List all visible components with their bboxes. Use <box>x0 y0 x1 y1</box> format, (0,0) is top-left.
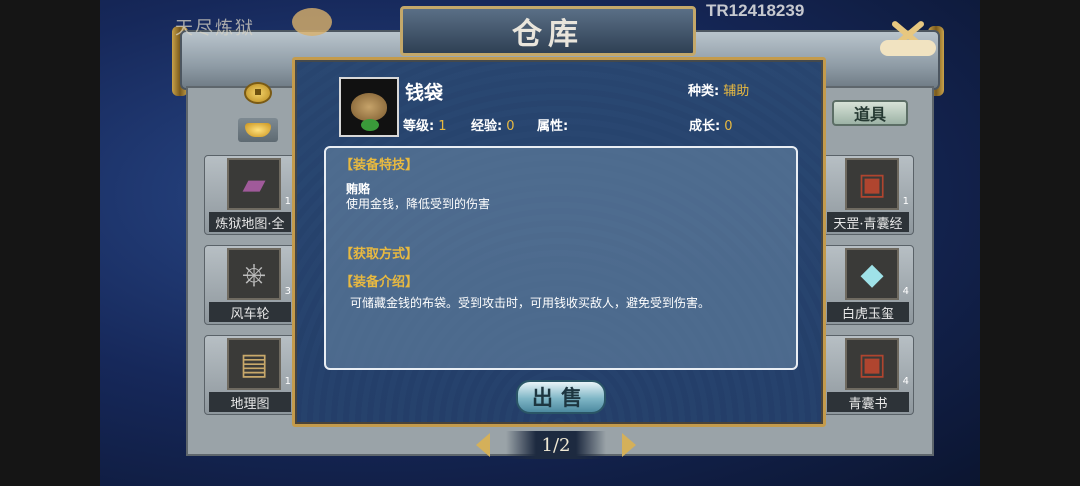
description-box: 【装备特技】 贿赂 使用金钱，降低受到的伤害 【获取方式】 【装备介绍】 可储藏… <box>324 146 798 370</box>
obtain-header: 【获取方式】 <box>340 247 419 262</box>
money-bag-icon <box>339 77 399 137</box>
prev-page-icon[interactable] <box>476 433 490 457</box>
game-title: 天尽炼狱 <box>175 18 255 39</box>
next-page-icon[interactable] <box>622 433 636 457</box>
left-black-bar <box>0 0 100 486</box>
item-slot-right-1[interactable]: ▣ 1 天罡·青囊经 <box>822 155 914 235</box>
map-scroll-icon: ▰ <box>227 158 281 210</box>
intro-text: 可储藏金钱的布袋。受到攻击时，可用钱收买敌人，避免受到伤害。 <box>350 296 711 310</box>
item-name: 地理图 <box>209 392 291 412</box>
cloud-ornament-icon <box>292 8 332 36</box>
book-icon: ▣ <box>845 338 899 390</box>
item-name: 青囊书 <box>827 392 909 412</box>
item-name: 天罡·青囊经 <box>827 212 909 232</box>
item-name: 风车轮 <box>209 302 291 322</box>
item-slot-right-3[interactable]: ▣ 4 青囊书 <box>822 335 914 415</box>
growth-stat: 成长: 0 <box>689 119 733 134</box>
item-slot-left-1[interactable]: ▰ 1 炼狱地图·全 <box>204 155 296 235</box>
kind-stat: 种类: 辅助 <box>688 84 750 99</box>
copper-coin-icon <box>244 82 272 104</box>
attr-stat: 属性: <box>537 119 569 134</box>
tab-props[interactable]: 道具 <box>832 100 908 126</box>
jade-seal-icon: ◆ <box>845 248 899 300</box>
item-detail-dialog: 钱袋 种类: 辅助 等级: 1 经验: 0 属性: 成长: 0 【装备特技】 贿赂 使用… <box>292 57 826 427</box>
right-black-bar <box>980 0 1080 486</box>
sell-button[interactable]: 出售 <box>516 380 606 414</box>
exp-stat: 经验: 0 <box>471 119 515 134</box>
skill-header: 【装备特技】 <box>340 158 419 173</box>
level-stat: 等级: 1 <box>403 119 447 134</box>
cloud-ornament-icon <box>880 40 936 56</box>
item-name: 白虎玉玺 <box>827 302 909 322</box>
tr-code: TR12418239 <box>706 1 805 20</box>
intro-header: 【装备介绍】 <box>340 275 419 290</box>
item-name: 炼狱地图·全 <box>209 212 291 232</box>
skill-desc: 使用金钱，降低受到的伤害 <box>346 197 491 211</box>
page-indicator: 1/2 <box>506 431 606 459</box>
close-button[interactable] <box>880 12 936 56</box>
item-slot-right-2[interactable]: ◆ 4 白虎玉玺 <box>822 245 914 325</box>
item-slot-left-3[interactable]: ▤ 1 地理图 <box>204 335 296 415</box>
geography-map-icon: ▤ <box>227 338 281 390</box>
window-title: 仓库 <box>512 17 584 52</box>
window-title-banner: 仓库 <box>400 6 696 56</box>
book-icon: ▣ <box>845 158 899 210</box>
pagination: 1/2 <box>476 430 636 460</box>
item-title: 钱袋 <box>405 82 444 104</box>
item-slot-left-2[interactable]: ⎈ 3 风车轮 <box>204 245 296 325</box>
windmill-wheel-icon: ⎈ <box>227 248 281 300</box>
gold-ingot-icon <box>238 118 278 142</box>
